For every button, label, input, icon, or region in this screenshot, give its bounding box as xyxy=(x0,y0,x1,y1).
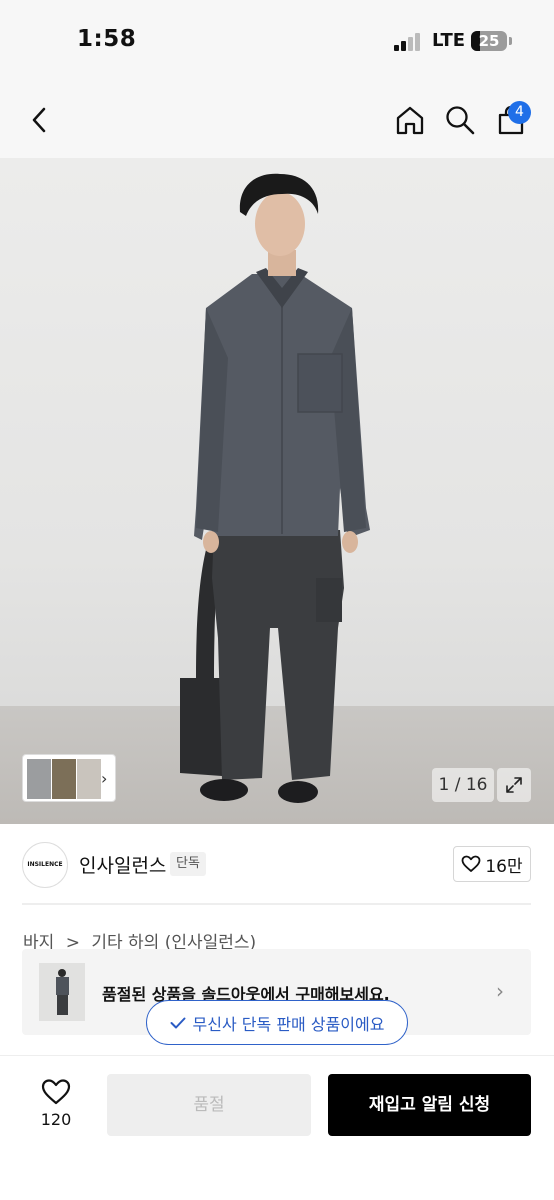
thumbnail-1 xyxy=(27,759,51,799)
exclusive-notice-pill: 무신사 단독 판매 상품이에요 xyxy=(146,1000,408,1045)
brand-name[interactable]: 인사일런스 xyxy=(79,851,166,878)
back-button[interactable] xyxy=(20,100,60,140)
home-button[interactable] xyxy=(390,100,430,140)
home-icon xyxy=(396,106,424,135)
expand-button[interactable] xyxy=(497,768,531,802)
thumbnail-strip[interactable]: › xyxy=(22,754,116,802)
expand-icon xyxy=(506,777,522,793)
status-time: 1:58 xyxy=(77,26,137,52)
check-icon xyxy=(170,1017,186,1028)
battery-icon: 25 xyxy=(471,31,507,51)
heart-icon xyxy=(461,855,481,872)
brand-like-button[interactable]: 16만 xyxy=(453,846,531,882)
soldout-button: 품절 xyxy=(107,1074,311,1136)
wishlist-button[interactable]: 120 xyxy=(30,1074,82,1134)
bottom-bar: 120 품절 재입고 알림 신청 xyxy=(0,1055,554,1200)
heart-icon xyxy=(41,1079,71,1105)
signal-icon xyxy=(394,33,422,51)
model-figure xyxy=(180,173,370,803)
battery-level: 25 xyxy=(478,32,500,50)
cart-count-badge: 4 xyxy=(508,101,531,124)
battery-tip xyxy=(509,37,512,45)
brand-like-count: 16만 xyxy=(485,856,523,877)
product-image[interactable]: › 1 / 16 xyxy=(0,158,554,824)
exclusive-notice-text: 무신사 단독 판매 상품이에요 xyxy=(192,1014,385,1034)
nav-bar xyxy=(0,82,554,158)
network-type: LTE xyxy=(432,30,466,51)
divider xyxy=(22,903,531,905)
thumbnail-2 xyxy=(52,759,76,799)
chevron-left-icon xyxy=(32,107,46,133)
chevron-right-icon: › xyxy=(496,979,504,1003)
status-bar: 1:58 LTE 25 xyxy=(0,0,554,82)
image-counter: 1 / 16 xyxy=(432,768,494,802)
chevron-right-icon: › xyxy=(101,769,108,788)
search-icon xyxy=(446,106,475,135)
brand-row: INSILENCE 인사일런스 단독 16만 xyxy=(0,824,554,904)
thumbnail-3 xyxy=(77,759,101,799)
search-button[interactable] xyxy=(440,100,480,140)
brand-logo[interactable]: INSILENCE xyxy=(22,842,68,888)
restock-alert-button[interactable]: 재입고 알림 신청 xyxy=(328,1074,531,1136)
banner-product-thumbnail xyxy=(39,963,85,1021)
exclusive-tag: 단독 xyxy=(170,852,206,876)
wishlist-count: 120 xyxy=(40,1110,72,1129)
